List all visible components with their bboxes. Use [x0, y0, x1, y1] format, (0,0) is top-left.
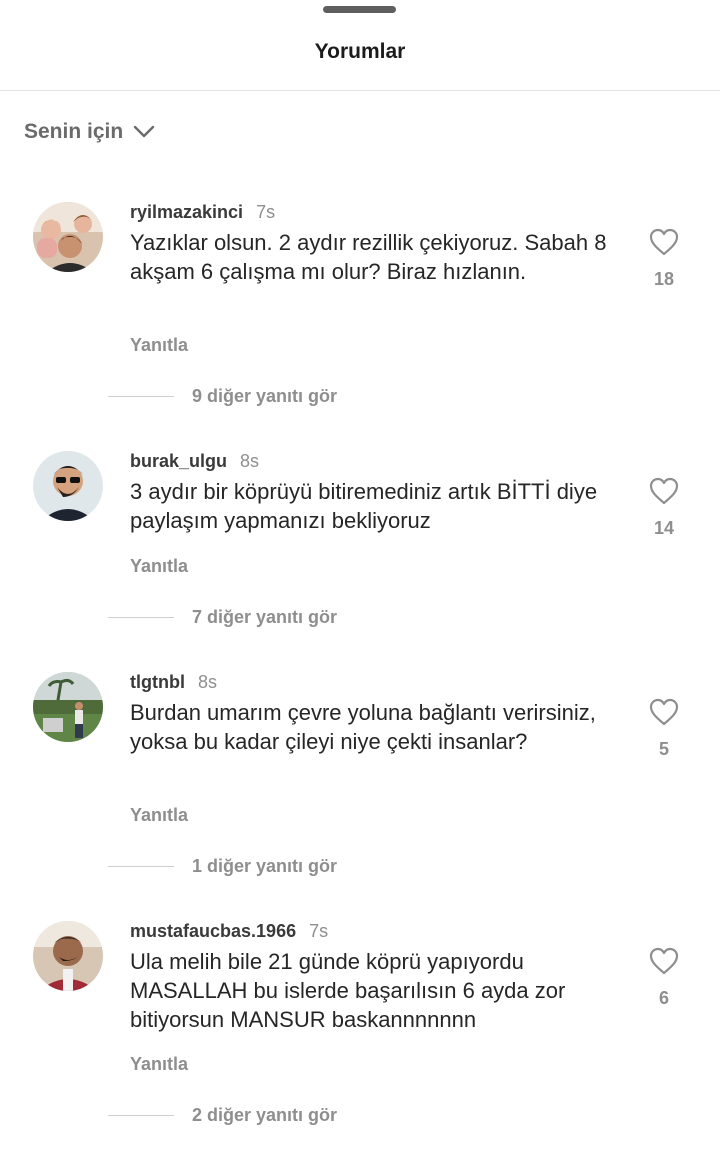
avatar[interactable] — [33, 921, 103, 991]
like-control: 14 — [644, 476, 684, 539]
username[interactable]: mustafaucbas.1966 — [130, 921, 296, 942]
chevron-down-icon — [133, 125, 155, 138]
divider — [108, 866, 174, 867]
view-more-replies[interactable]: 1 diğer yanıtı gör — [108, 856, 337, 877]
comment-meta: burak_ulgu 8s — [130, 451, 259, 472]
comment-text: Yazıklar olsun. 2 aydır rezillik çekiyor… — [130, 230, 607, 284]
page-title: Yorumlar — [314, 40, 406, 63]
comment-text: Ula melih bile 21 günde köprü yapıyordu … — [130, 949, 566, 1032]
view-more-replies-label: 9 diğer yanıtı gör — [192, 386, 338, 406]
drag-handle[interactable] — [323, 6, 396, 13]
reply-button[interactable]: Yanıtla — [130, 556, 188, 577]
timestamp: 7s — [309, 921, 329, 941]
view-more-replies[interactable]: 7 diğer yanıtı gör — [108, 607, 337, 628]
sort-dropdown[interactable]: Senin için — [24, 120, 155, 144]
comment-meta: mustafaucbas.1966 7s — [130, 921, 328, 942]
heart-icon[interactable] — [648, 476, 680, 506]
avatar[interactable] — [33, 672, 103, 742]
sort-label: Senin için — [24, 120, 124, 143]
avatar[interactable] — [33, 451, 103, 521]
like-control: 5 — [644, 697, 684, 760]
divider — [108, 1115, 174, 1116]
reply-button[interactable]: Yanıtla — [130, 1054, 188, 1075]
heart-icon[interactable] — [648, 946, 680, 976]
view-more-replies-label: 1 diğer yanıtı gör — [192, 856, 338, 876]
like-control: 6 — [644, 946, 684, 1009]
comment-text: Burdan umarım çevre yoluna bağlantı veri… — [130, 700, 596, 754]
like-count: 18 — [653, 269, 675, 289]
like-control: 18 — [644, 227, 684, 290]
divider — [108, 617, 174, 618]
like-count: 14 — [653, 518, 675, 538]
timestamp: 8s — [240, 451, 260, 471]
reply-button[interactable]: Yanıtla — [130, 335, 188, 356]
reply-button[interactable]: Yanıtla — [130, 805, 188, 826]
heart-icon[interactable] — [648, 697, 680, 727]
username[interactable]: burak_ulgu — [130, 451, 227, 472]
username[interactable]: ryilmazakinci — [130, 202, 243, 223]
timestamp: 8s — [197, 672, 217, 692]
heart-icon[interactable] — [648, 227, 680, 257]
view-more-replies[interactable]: 9 diğer yanıtı gör — [108, 386, 337, 407]
comment-text: 3 aydır bir köprüyü bitiremediniz artık … — [130, 479, 598, 533]
view-more-replies-label: 2 diğer yanıtı gör — [192, 1105, 338, 1125]
timestamp: 7s — [256, 202, 276, 222]
comment-meta: ryilmazakinci 7s — [130, 202, 275, 223]
avatar[interactable] — [33, 202, 103, 272]
like-count: 6 — [658, 988, 669, 1008]
comments-sheet: Yorumlar Senin için ryilmazakinci 7s Yaz… — [0, 0, 720, 1153]
comment-meta: tlgtnbl 8s — [130, 672, 217, 693]
view-more-replies-label: 7 diğer yanıtı gör — [192, 607, 338, 627]
divider — [108, 396, 174, 397]
username[interactable]: tlgtnbl — [130, 672, 185, 693]
header-divider — [0, 90, 720, 91]
like-count: 5 — [658, 739, 669, 759]
view-more-replies[interactable]: 2 diğer yanıtı gör — [108, 1105, 337, 1126]
